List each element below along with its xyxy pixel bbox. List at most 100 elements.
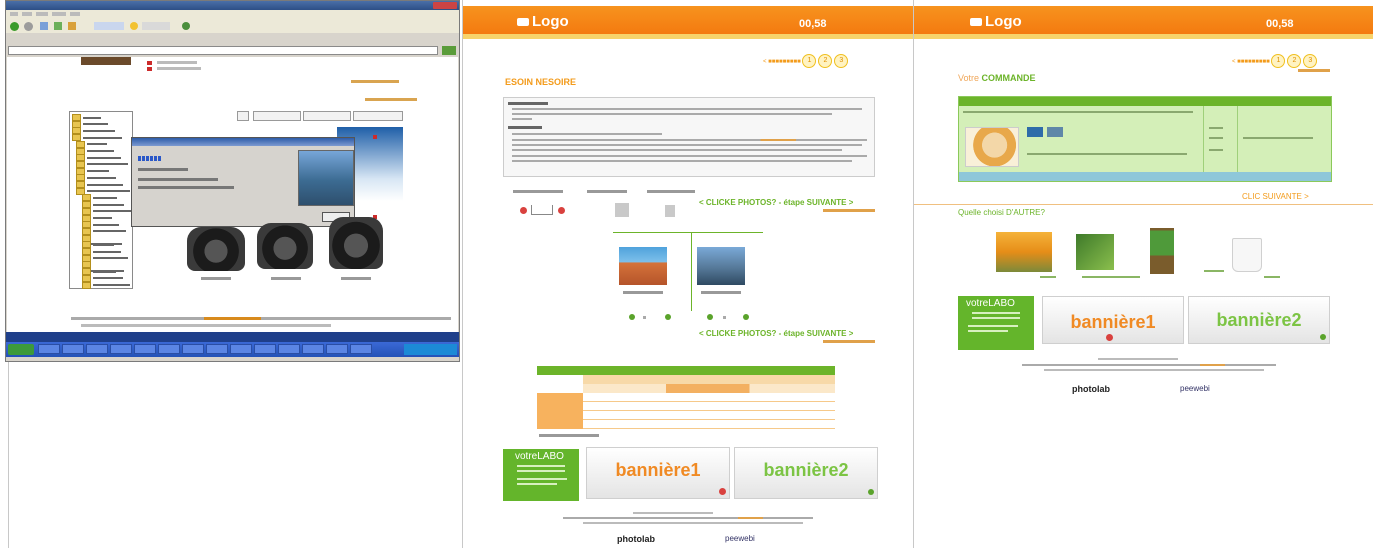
- banner-1[interactable]: bannière1: [586, 447, 730, 499]
- taskbar-button[interactable]: [350, 344, 372, 354]
- menu-item-view[interactable]: [36, 12, 48, 16]
- peewebi-logo[interactable]: peewebi: [725, 534, 755, 543]
- banner-2[interactable]: bannière2: [1188, 296, 1330, 344]
- labo-text: [517, 478, 567, 480]
- photo-action-icon[interactable]: [743, 314, 749, 320]
- tree-folder-item[interactable]: [82, 281, 130, 289]
- taskbar-button[interactable]: [110, 344, 132, 354]
- start-button[interactable]: [8, 344, 34, 355]
- next-step-link[interactable]: CLIC SUIVANTE >: [1242, 192, 1309, 201]
- photo-thumbnail-city[interactable]: [697, 247, 745, 285]
- system-tray[interactable]: [404, 344, 457, 355]
- order-photo-thumbnail[interactable]: [965, 127, 1019, 167]
- tab-2[interactable]: [303, 111, 351, 121]
- taskbar-button[interactable]: [158, 344, 180, 354]
- peewebi-logo[interactable]: peewebi: [1180, 384, 1210, 393]
- menu-item-edit[interactable]: [22, 12, 32, 16]
- tab-1[interactable]: [253, 111, 301, 121]
- next-step-link[interactable]: < CLICKE PHOTOS? - étape SUIVANTE >: [699, 198, 853, 207]
- go-button[interactable]: [442, 46, 456, 55]
- taskbar-button[interactable]: [86, 344, 108, 354]
- order-line-text: [1209, 137, 1223, 139]
- photo-action-icon[interactable]: [629, 314, 635, 320]
- product-mug[interactable]: [1232, 238, 1262, 272]
- taskbar-button[interactable]: [62, 344, 84, 354]
- remove-icon[interactable]: [520, 207, 527, 214]
- product-caption: [1264, 276, 1280, 278]
- favorites-button[interactable]: [142, 22, 170, 30]
- back-icon[interactable]: [10, 22, 19, 31]
- taskbar-button[interactable]: [206, 344, 228, 354]
- votre-labo-box[interactable]: votreLABO: [503, 449, 579, 501]
- product-cards[interactable]: [1076, 234, 1114, 270]
- step-3[interactable]: 3: [834, 54, 849, 68]
- taskbar-button[interactable]: [302, 344, 324, 354]
- add-icon[interactable]: [558, 207, 565, 214]
- search-button[interactable]: [94, 22, 124, 30]
- menu-item-favorites[interactable]: [52, 12, 66, 16]
- banner-1[interactable]: bannière1: [1042, 296, 1184, 344]
- refresh-icon[interactable]: [54, 22, 62, 30]
- footer-text: [71, 317, 451, 320]
- folder-label: [83, 136, 122, 139]
- instructions-box: [503, 97, 875, 177]
- camera-photo[interactable]: [257, 223, 313, 269]
- product-canvas[interactable]: [1150, 228, 1174, 274]
- bullet-icon: [147, 61, 152, 65]
- page-link-bar: [365, 98, 417, 101]
- photo-action-icon[interactable]: [665, 314, 671, 320]
- window-titlebar: [6, 1, 459, 10]
- format-swatch[interactable]: [615, 203, 629, 217]
- photo-action-icon[interactable]: [707, 314, 713, 320]
- paper-swatch[interactable]: [665, 205, 675, 217]
- price-display: 00,58: [799, 18, 827, 30]
- tab-prev[interactable]: [237, 111, 249, 121]
- taskbar-button[interactable]: [278, 344, 300, 354]
- photo-thumbnail-arch[interactable]: [619, 247, 667, 285]
- menu-item-file[interactable]: [10, 12, 18, 16]
- step-2[interactable]: 2: [1287, 54, 1302, 68]
- product-calendar[interactable]: [996, 232, 1052, 272]
- taskbar-button[interactable]: [254, 344, 276, 354]
- menu-item-tools[interactable]: [70, 12, 80, 16]
- column-divider: [8, 362, 9, 548]
- votre-labo-box[interactable]: votreLABO: [958, 296, 1034, 350]
- step-3[interactable]: 3: [1303, 54, 1318, 68]
- order-line-text: [963, 111, 1193, 113]
- folder-label: [93, 217, 112, 219]
- dialog-text: [138, 168, 188, 171]
- camera-photo[interactable]: [329, 217, 383, 269]
- order-photo-mini: [1047, 127, 1063, 137]
- window-controls[interactable]: [433, 2, 457, 9]
- forward-icon[interactable]: [24, 22, 33, 31]
- banner-2[interactable]: bannière2: [734, 447, 878, 499]
- step-2[interactable]: 2: [818, 54, 833, 68]
- labo-title: votreLABO: [515, 451, 564, 462]
- address-bar[interactable]: [8, 46, 438, 55]
- camera-photo[interactable]: [187, 227, 245, 271]
- control-label: [647, 190, 695, 193]
- folder-tree[interactable]: [69, 111, 133, 289]
- site-logo[interactable]: Logo: [517, 13, 569, 31]
- taskbar-button[interactable]: [230, 344, 252, 354]
- bullet-icon: [373, 135, 377, 139]
- media-icon[interactable]: [182, 22, 190, 30]
- favorites-star-icon[interactable]: [130, 22, 138, 30]
- next-step-link-bottom[interactable]: < CLICKE PHOTOS? - étape SUIVANTE >: [699, 329, 853, 338]
- site-header: Logo 00,58: [463, 6, 913, 34]
- taskbar-button[interactable]: [182, 344, 204, 354]
- photolab-logo[interactable]: photolab: [617, 534, 655, 544]
- home-icon[interactable]: [68, 22, 76, 30]
- step-1[interactable]: 1: [1271, 54, 1286, 68]
- tab-3[interactable]: [353, 111, 403, 121]
- taskbar-button[interactable]: [326, 344, 348, 354]
- taskbar-button[interactable]: [134, 344, 156, 354]
- page-title: Votre COMMANDE: [958, 73, 1036, 83]
- stop-icon[interactable]: [40, 22, 48, 30]
- dialog-text: [138, 178, 218, 181]
- step-1[interactable]: 1: [802, 54, 817, 68]
- taskbar-button[interactable]: [38, 344, 60, 354]
- quantity-field[interactable]: [531, 205, 553, 215]
- photolab-logo[interactable]: photolab: [1072, 384, 1110, 394]
- site-logo[interactable]: Logo: [970, 13, 1022, 31]
